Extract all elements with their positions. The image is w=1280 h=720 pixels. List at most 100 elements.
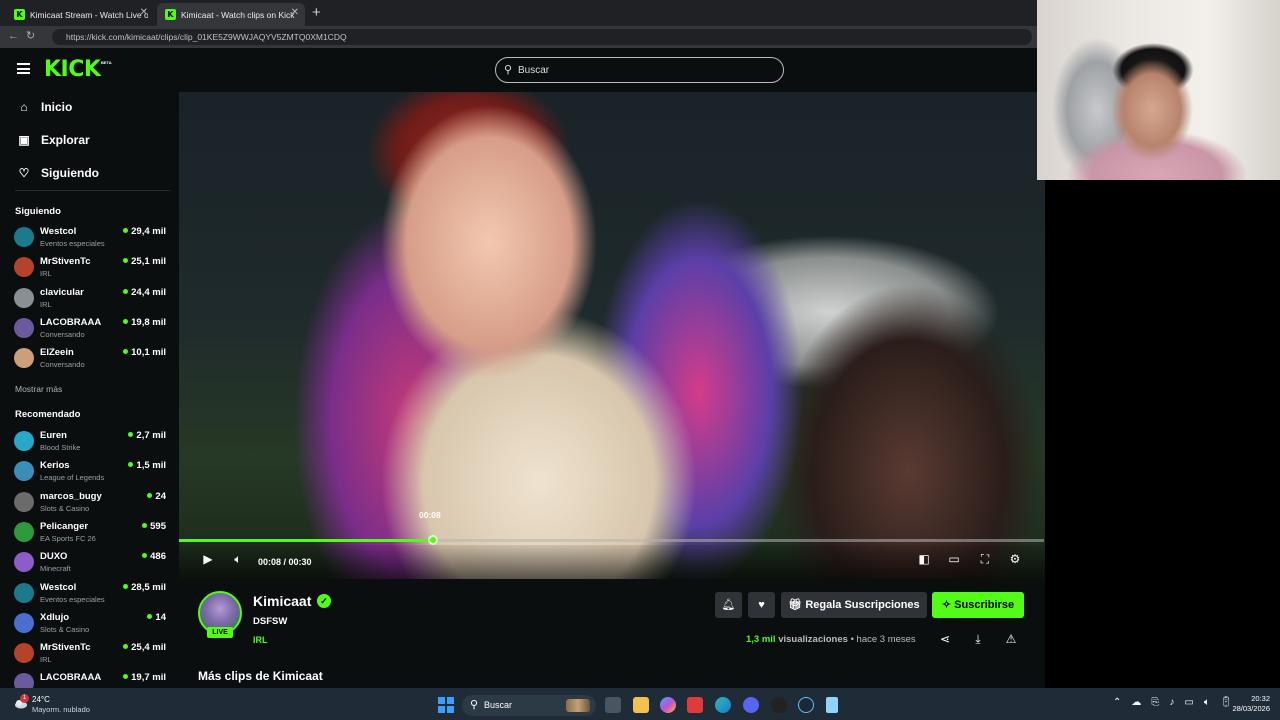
channel-name: clavicular <box>40 286 84 298</box>
system-clock[interactable]: 20:32 28/03/2026 <box>1228 694 1270 714</box>
sidebar-channel-row[interactable]: clavicular IRL 24,4 mil <box>14 286 170 314</box>
sidebar-channel-row[interactable]: MrStivenTc IRL 25,4 mil <box>14 641 170 669</box>
nav-label: Inicio <box>41 100 73 114</box>
sidebar-channel-row[interactable]: LACOBRAAA 19,7 mil <box>14 671 170 688</box>
channel-name: marcos_bugy <box>40 490 102 502</box>
close-tab-icon[interactable]: ✕ <box>140 7 148 18</box>
discord-icon[interactable] <box>743 697 759 713</box>
url-field[interactable]: https://kick.com/kimicaat/clips/clip_01K… <box>52 29 1032 45</box>
search-icon: ⚲ <box>470 699 479 711</box>
taskbar-search[interactable]: ⚲ Buscar <box>462 695 596 716</box>
new-tab-icon[interactable]: + <box>312 4 321 21</box>
home-icon: ⌂ <box>20 100 28 114</box>
address-bar: ←↻ https://kick.com/kimicaat/clips/clip_… <box>0 26 1037 48</box>
channel-avatar <box>14 257 34 278</box>
share-icon[interactable]: ⋖ <box>937 632 953 646</box>
channel-category: Minecraft <box>40 564 71 574</box>
follow-button[interactable]: ♥ <box>748 592 775 618</box>
nav-label: Siguiendo <box>41 166 99 180</box>
search-box[interactable]: ⚲ <box>495 57 784 83</box>
sidebar-channel-row[interactable]: Westcol Eventos especiales 28,5 mil <box>14 581 170 609</box>
live-badge: LIVE <box>207 627 233 638</box>
report-icon[interactable]: ⚠ <box>1003 632 1019 646</box>
progress-fill <box>179 539 433 542</box>
viewer-count: 24 <box>147 491 166 502</box>
sidebar-channel-row[interactable]: LACOBRAAA Conversando 19,8 mil <box>14 316 170 344</box>
viewer-count: 25,1 mil <box>123 256 166 267</box>
file-explorer-icon[interactable] <box>633 697 649 713</box>
viewer-count: 25,4 mil <box>123 642 166 653</box>
browser-tab-clips[interactable]: K Kimicaat - Watch clips on Kick ✕ <box>157 3 305 26</box>
views-label: visualizaciones <box>778 634 848 645</box>
channel-category: IRL <box>40 299 52 309</box>
sidebar-channel-row[interactable]: Westcol Eventos especiales 29,4 mil <box>14 225 170 253</box>
channel-avatar <box>14 552 34 573</box>
channel-name: MrStivenTc <box>40 642 91 654</box>
sidebar-channel-row[interactable]: ElZeein Conversando 10,1 mil <box>14 346 170 374</box>
settings-icon[interactable]: ⚙ <box>1006 552 1024 566</box>
progress-scrubber[interactable] <box>428 535 438 545</box>
channel-name: LACOBRAAA <box>40 672 102 684</box>
viewer-count: 595 <box>142 521 166 532</box>
sidebar-channel-row[interactable]: Xdlujo Slots & Casino 14 <box>14 611 170 639</box>
windows-start-icon[interactable] <box>438 697 454 713</box>
weather-description[interactable]: Mayorm. nublado <box>32 705 90 714</box>
sidebar-channel-row[interactable]: Euren Blood Strike 2,7 mil <box>14 429 170 457</box>
channel-category: League of Legends <box>40 473 105 483</box>
nav-label: Explorar <box>41 133 90 147</box>
sidebar: ⌂ Inicio ▣ Explorar ♡ Siguiendo Siguiend… <box>0 92 178 688</box>
sidebar-channel-row[interactable]: Pelicanger EA Sports FC 26 595 <box>14 520 170 548</box>
copilot-icon[interactable] <box>660 697 676 713</box>
kick-logo[interactable]: KICK <box>44 57 101 82</box>
channel-name[interactable]: Kimicaat <box>253 593 311 609</box>
scrub-time-tooltip: 00:08 <box>419 510 441 520</box>
browser-tab-bar: K Kimicaat Stream - Watch Live on Kick ✕… <box>0 0 1037 26</box>
play-icon[interactable]: ▶ <box>199 552 217 566</box>
obs-icon[interactable] <box>771 697 787 713</box>
sidebar-channel-row[interactable]: MrStivenTc IRL 25,1 mil <box>14 255 170 283</box>
sidebar-channel-row[interactable]: DUXO Minecraft 486 <box>14 550 170 578</box>
channel-category: IRL <box>40 655 52 665</box>
subscribe-label: Suscribirse <box>954 599 1015 611</box>
system-tray-icons[interactable]: ⌃☁⎘♪▭🔈︎🔋︎ <box>1113 697 1243 708</box>
channel-avatar <box>14 491 34 512</box>
steam-icon[interactable] <box>798 697 814 713</box>
browser-tab-stream[interactable]: K Kimicaat Stream - Watch Live on Kick ✕ <box>6 3 154 26</box>
clock-date: 28/03/2026 <box>1232 704 1270 713</box>
office-app-icon[interactable] <box>687 697 703 713</box>
sidebar-nav-siguiendo[interactable]: ♡ Siguiendo <box>16 163 99 183</box>
channel-category: Slots & Casino <box>40 503 90 513</box>
edge-browser-icon[interactable] <box>715 697 731 713</box>
close-tab-icon[interactable]: ✕ <box>291 7 299 18</box>
sidebar-nav-inicio[interactable]: ⌂ Inicio <box>16 97 72 117</box>
sidebar-channel-row[interactable]: marcos_bugy Slots & Casino 24 <box>14 490 170 518</box>
search-input[interactable] <box>518 62 768 78</box>
tab-title: Kimicaat - Watch clips on Kick <box>181 9 295 20</box>
sidebar-nav-explorar[interactable]: ▣ Explorar <box>16 130 90 150</box>
video-frame[interactable] <box>179 92 1045 579</box>
show-more-link[interactable]: Mostrar más <box>15 384 62 394</box>
notifications-button[interactable]: 🔔︎ <box>715 592 742 618</box>
sidebar-channel-row[interactable]: Kerios League of Legends 1,5 mil <box>14 459 170 487</box>
channel-avatar <box>14 643 34 664</box>
fullscreen-icon[interactable]: ⛶ <box>976 552 994 567</box>
volume-icon[interactable]: 🔈︎ <box>229 552 247 567</box>
download-icon[interactable]: ⤓ <box>970 632 986 647</box>
channel-name: Euren <box>40 430 67 441</box>
back-reload-icons[interactable]: ←↻ <box>8 29 42 42</box>
viewer-count: 19,8 mil <box>123 317 166 328</box>
theater-mode-icon[interactable]: ▭ <box>945 552 963 566</box>
channel-category: Conversando <box>40 360 85 370</box>
channel-name: DUXO <box>40 551 68 563</box>
miniplayer-icon[interactable]: ◧ <box>915 552 933 566</box>
task-view-icon[interactable] <box>605 697 621 713</box>
search-highlight-image <box>566 699 590 712</box>
weather-temperature[interactable]: 24°C <box>32 695 50 704</box>
clip-category[interactable]: IRL <box>253 635 268 645</box>
channel-avatar <box>14 227 34 247</box>
gift-subscriptions-button[interactable]: 🎁︎ Regala Suscripciones <box>781 592 927 618</box>
browse-icon: ▣ <box>18 133 30 147</box>
menu-icon[interactable] <box>17 63 30 74</box>
notepad-icon[interactable] <box>826 697 838 713</box>
subscribe-button[interactable]: ✧ Suscribirse <box>932 592 1024 618</box>
